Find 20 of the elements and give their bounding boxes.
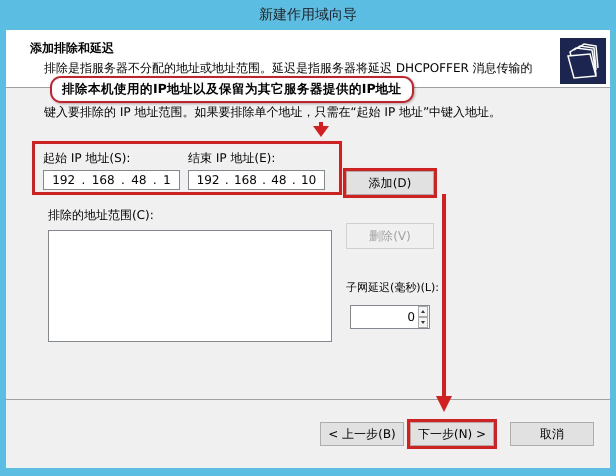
- annotation-arrow: [313, 122, 329, 137]
- page-title: 添加排除和延迟: [30, 40, 115, 57]
- delay-label: 子网延迟(毫秒)(L):: [346, 281, 440, 295]
- add-button[interactable]: 添加(D): [346, 171, 434, 195]
- page-description: 排除是指服务器不分配的地址或地址范围。延迟是指服务器将延迟 DHCPOFFER 消息传输的: [44, 60, 534, 77]
- delay-spinbox[interactable]: 0: [350, 305, 430, 329]
- wizard-button[interactable]: < 上一步(B): [320, 422, 404, 446]
- end-ip-label: 结束 IP 地址(E):: [188, 150, 276, 167]
- annotation-callout: 排除本机使用的IP地址以及保留为其它服务器提供的IP地址: [50, 76, 414, 103]
- instruction-text: 键入要排除的 IP 地址范围。如果要排除单个地址，只需在“起始 IP 地址”中键入地址。: [44, 104, 502, 121]
- excluded-range-list[interactable]: [48, 230, 332, 342]
- wizard-button[interactable]: 取消: [510, 422, 594, 446]
- ip-address-field[interactable]: 192 . 168 . 48 . 1: [43, 170, 180, 190]
- wizard-button[interactable]: 下一步(N) >: [410, 422, 494, 446]
- start-ip-label: 起始 IP 地址(S):: [43, 150, 132, 167]
- folders-icon: [560, 38, 606, 84]
- ip-address-field[interactable]: 192 . 168 . 48 . 10: [188, 170, 325, 190]
- spin-arrows-icon[interactable]: [418, 306, 428, 328]
- excluded-range-label: 排除的地址范围(C):: [48, 207, 155, 224]
- window-title: 新建作用域向导: [259, 6, 357, 24]
